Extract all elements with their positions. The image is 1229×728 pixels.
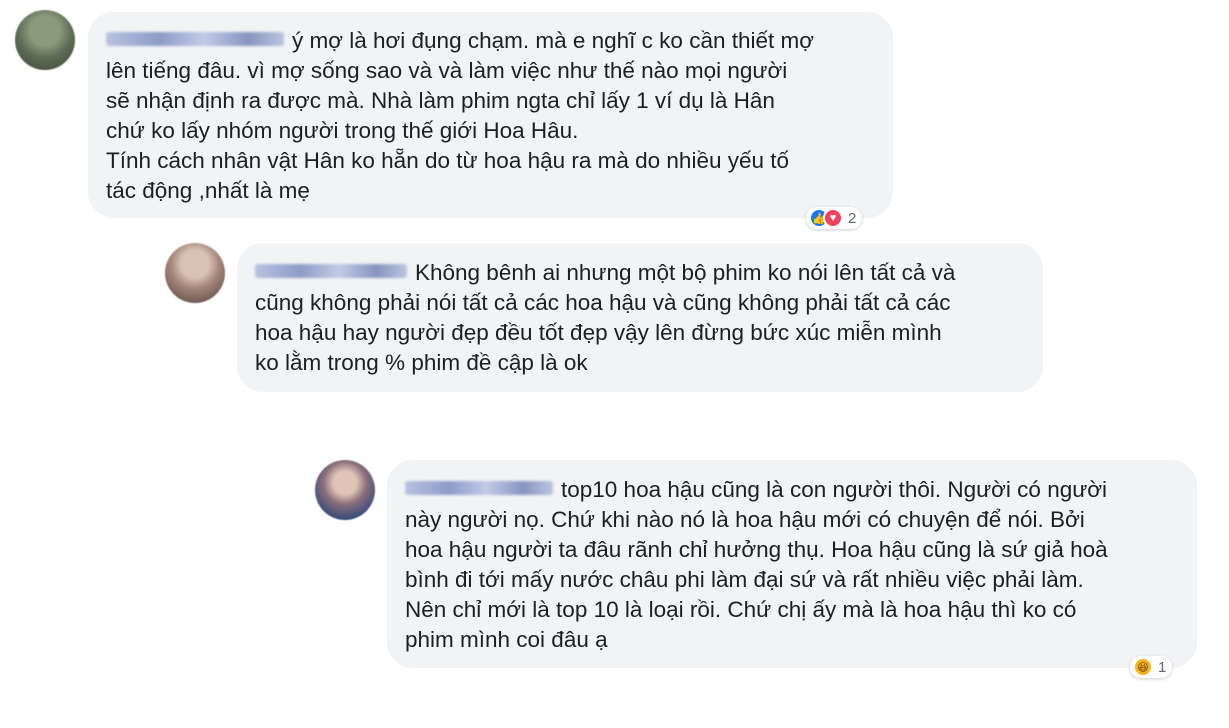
reaction-summary[interactable]: 😆 1 <box>1130 656 1173 678</box>
comment-body: Không bênh ai nhưng một bộ phim ko nói l… <box>255 258 1025 378</box>
comment-text: top10 hoa hậu cũng là con người thôi. Ng… <box>405 477 1108 652</box>
author-name-blurred[interactable] <box>255 264 407 278</box>
comment-text: ý mợ là hơi đụng chạm. mà e nghĩ c ko cầ… <box>106 28 814 203</box>
commenter-avatar[interactable] <box>315 460 375 520</box>
comment-body: ý mợ là hơi đụng chạm. mà e nghĩ c ko cầ… <box>106 26 875 206</box>
reaction-summary[interactable]: 👍 ♥ 2 <box>806 207 863 229</box>
haha-icon: 😆 <box>1133 657 1153 677</box>
comment-bubble: Không bênh ai nhưng một bộ phim ko nói l… <box>237 243 1043 392</box>
comment-body: top10 hoa hậu cũng là con người thôi. Ng… <box>405 475 1179 655</box>
commenter-avatar[interactable] <box>165 243 225 303</box>
author-name-blurred[interactable] <box>106 32 284 46</box>
commenter-avatar[interactable] <box>15 10 75 70</box>
love-icon: ♥ <box>823 208 843 228</box>
reaction-count: 2 <box>848 209 857 227</box>
comment-bubble: top10 hoa hậu cũng là con người thôi. Ng… <box>387 460 1197 668</box>
comment-bubble: ý mợ là hơi đụng chạm. mà e nghĩ c ko cầ… <box>88 12 893 218</box>
author-name-blurred[interactable] <box>405 481 553 495</box>
reaction-count: 1 <box>1158 658 1167 676</box>
